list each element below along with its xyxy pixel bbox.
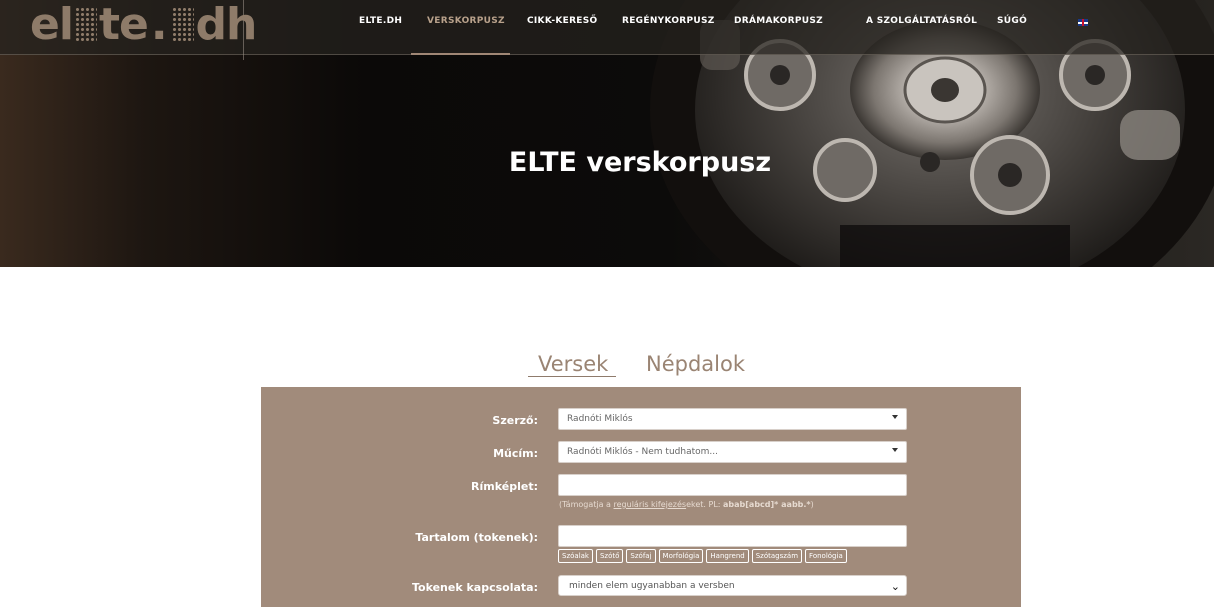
token-fonologia-button[interactable]: Fonológia — [805, 549, 847, 563]
author-select-value: Radnóti Miklós — [567, 414, 633, 424]
token-morfologia-button[interactable]: Morfológia — [658, 549, 704, 563]
content-label: Tartalom (tokenek): — [415, 531, 538, 544]
corpus-tabs: Versek Népdalok — [0, 352, 1214, 382]
relation-label: Tokenek kapcsolata: — [411, 581, 538, 594]
logo-text-el: el — [30, 0, 74, 50]
tab-versek[interactable]: Versek — [538, 352, 608, 376]
work-select[interactable]: Radnóti Miklós - Nem tudhatom... — [558, 441, 907, 463]
work-select-value: Radnóti Miklós - Nem tudhatom... — [567, 447, 718, 457]
dropdown-caret-icon — [892, 448, 898, 452]
search-form: Szerző: Radnóti Miklós Műcím: Radnóti Mi… — [261, 387, 1021, 607]
elte-dh-logo[interactable]: el te . dh — [30, 0, 257, 50]
token-hangrend-button[interactable]: Hangrend — [706, 549, 749, 563]
token-type-buttons: Szóalak Szótő Szófaj Morfológia Hangrend… — [558, 549, 847, 563]
nav-cikk-kereso[interactable]: CIKK-KERESŐ — [527, 16, 598, 26]
token-szotagszam-button[interactable]: Szótagszám — [751, 549, 803, 563]
logo-text-te: te — [98, 0, 149, 50]
content-tokens-input[interactable] — [558, 525, 907, 547]
tab-active-underline — [528, 376, 616, 377]
nav-regenykorpusz[interactable]: REGÉNYKORPUSZ — [622, 16, 715, 26]
nav-verskorpusz[interactable]: VERSKORPUSZ — [427, 16, 505, 26]
page-title: ELTE verskorpusz — [508, 147, 772, 178]
hero-banner: el te . dh ELTE.DH VERSKORPUSZ CIKK-KERE… — [0, 0, 1214, 267]
rhyme-input[interactable] — [558, 474, 907, 496]
hint-suffix: ) — [810, 500, 814, 509]
hint-example: abab[abcd]* aabb.* — [723, 500, 811, 509]
nav-a-szolgaltatasrol[interactable]: A SZOLGÁLTATÁSRÓL — [866, 16, 977, 26]
hint-prefix: (Támogatja a — [559, 500, 614, 509]
token-szoto-button[interactable]: Szótő — [595, 549, 624, 563]
tab-nepdalok[interactable]: Népdalok — [646, 352, 745, 376]
token-relation-select[interactable]: minden elem ugyanabban a versben ⌄ — [558, 575, 907, 596]
hint-mid: eket. PL: — [686, 500, 724, 509]
token-szofaj-button[interactable]: Szófaj — [626, 549, 656, 563]
token-relation-value: minden elem ugyanabban a versben — [569, 581, 735, 591]
author-select[interactable]: Radnóti Miklós — [558, 408, 907, 430]
uk-flag-icon[interactable] — [1078, 19, 1088, 26]
logo-text-dh: dh — [195, 0, 258, 50]
token-szoalak-button[interactable]: Szóalak — [558, 549, 593, 563]
chevron-down-icon: ⌄ — [890, 580, 900, 593]
nav-dramakorpusz[interactable]: DRÁMAKORPUSZ — [734, 16, 823, 26]
nav-sugo[interactable]: SÚGÓ — [997, 16, 1027, 26]
regex-link[interactable]: reguláris kifejezés — [614, 500, 687, 509]
work-label: Műcím: — [493, 447, 538, 460]
nav-active-underline — [411, 53, 510, 55]
dropdown-caret-icon — [892, 415, 898, 419]
logo-dot-matrix-icon-2 — [171, 7, 194, 41]
author-label: Szerző: — [492, 414, 538, 427]
rhyme-hint: (Támogatja a reguláris kifejezéseket. PL… — [559, 500, 814, 509]
rhyme-label: Rímképlet: — [471, 480, 538, 493]
logo-dot: . — [150, 0, 168, 50]
nav-elte-dh[interactable]: ELTE.DH — [359, 16, 402, 26]
logo-dot-matrix-icon — [74, 7, 97, 41]
